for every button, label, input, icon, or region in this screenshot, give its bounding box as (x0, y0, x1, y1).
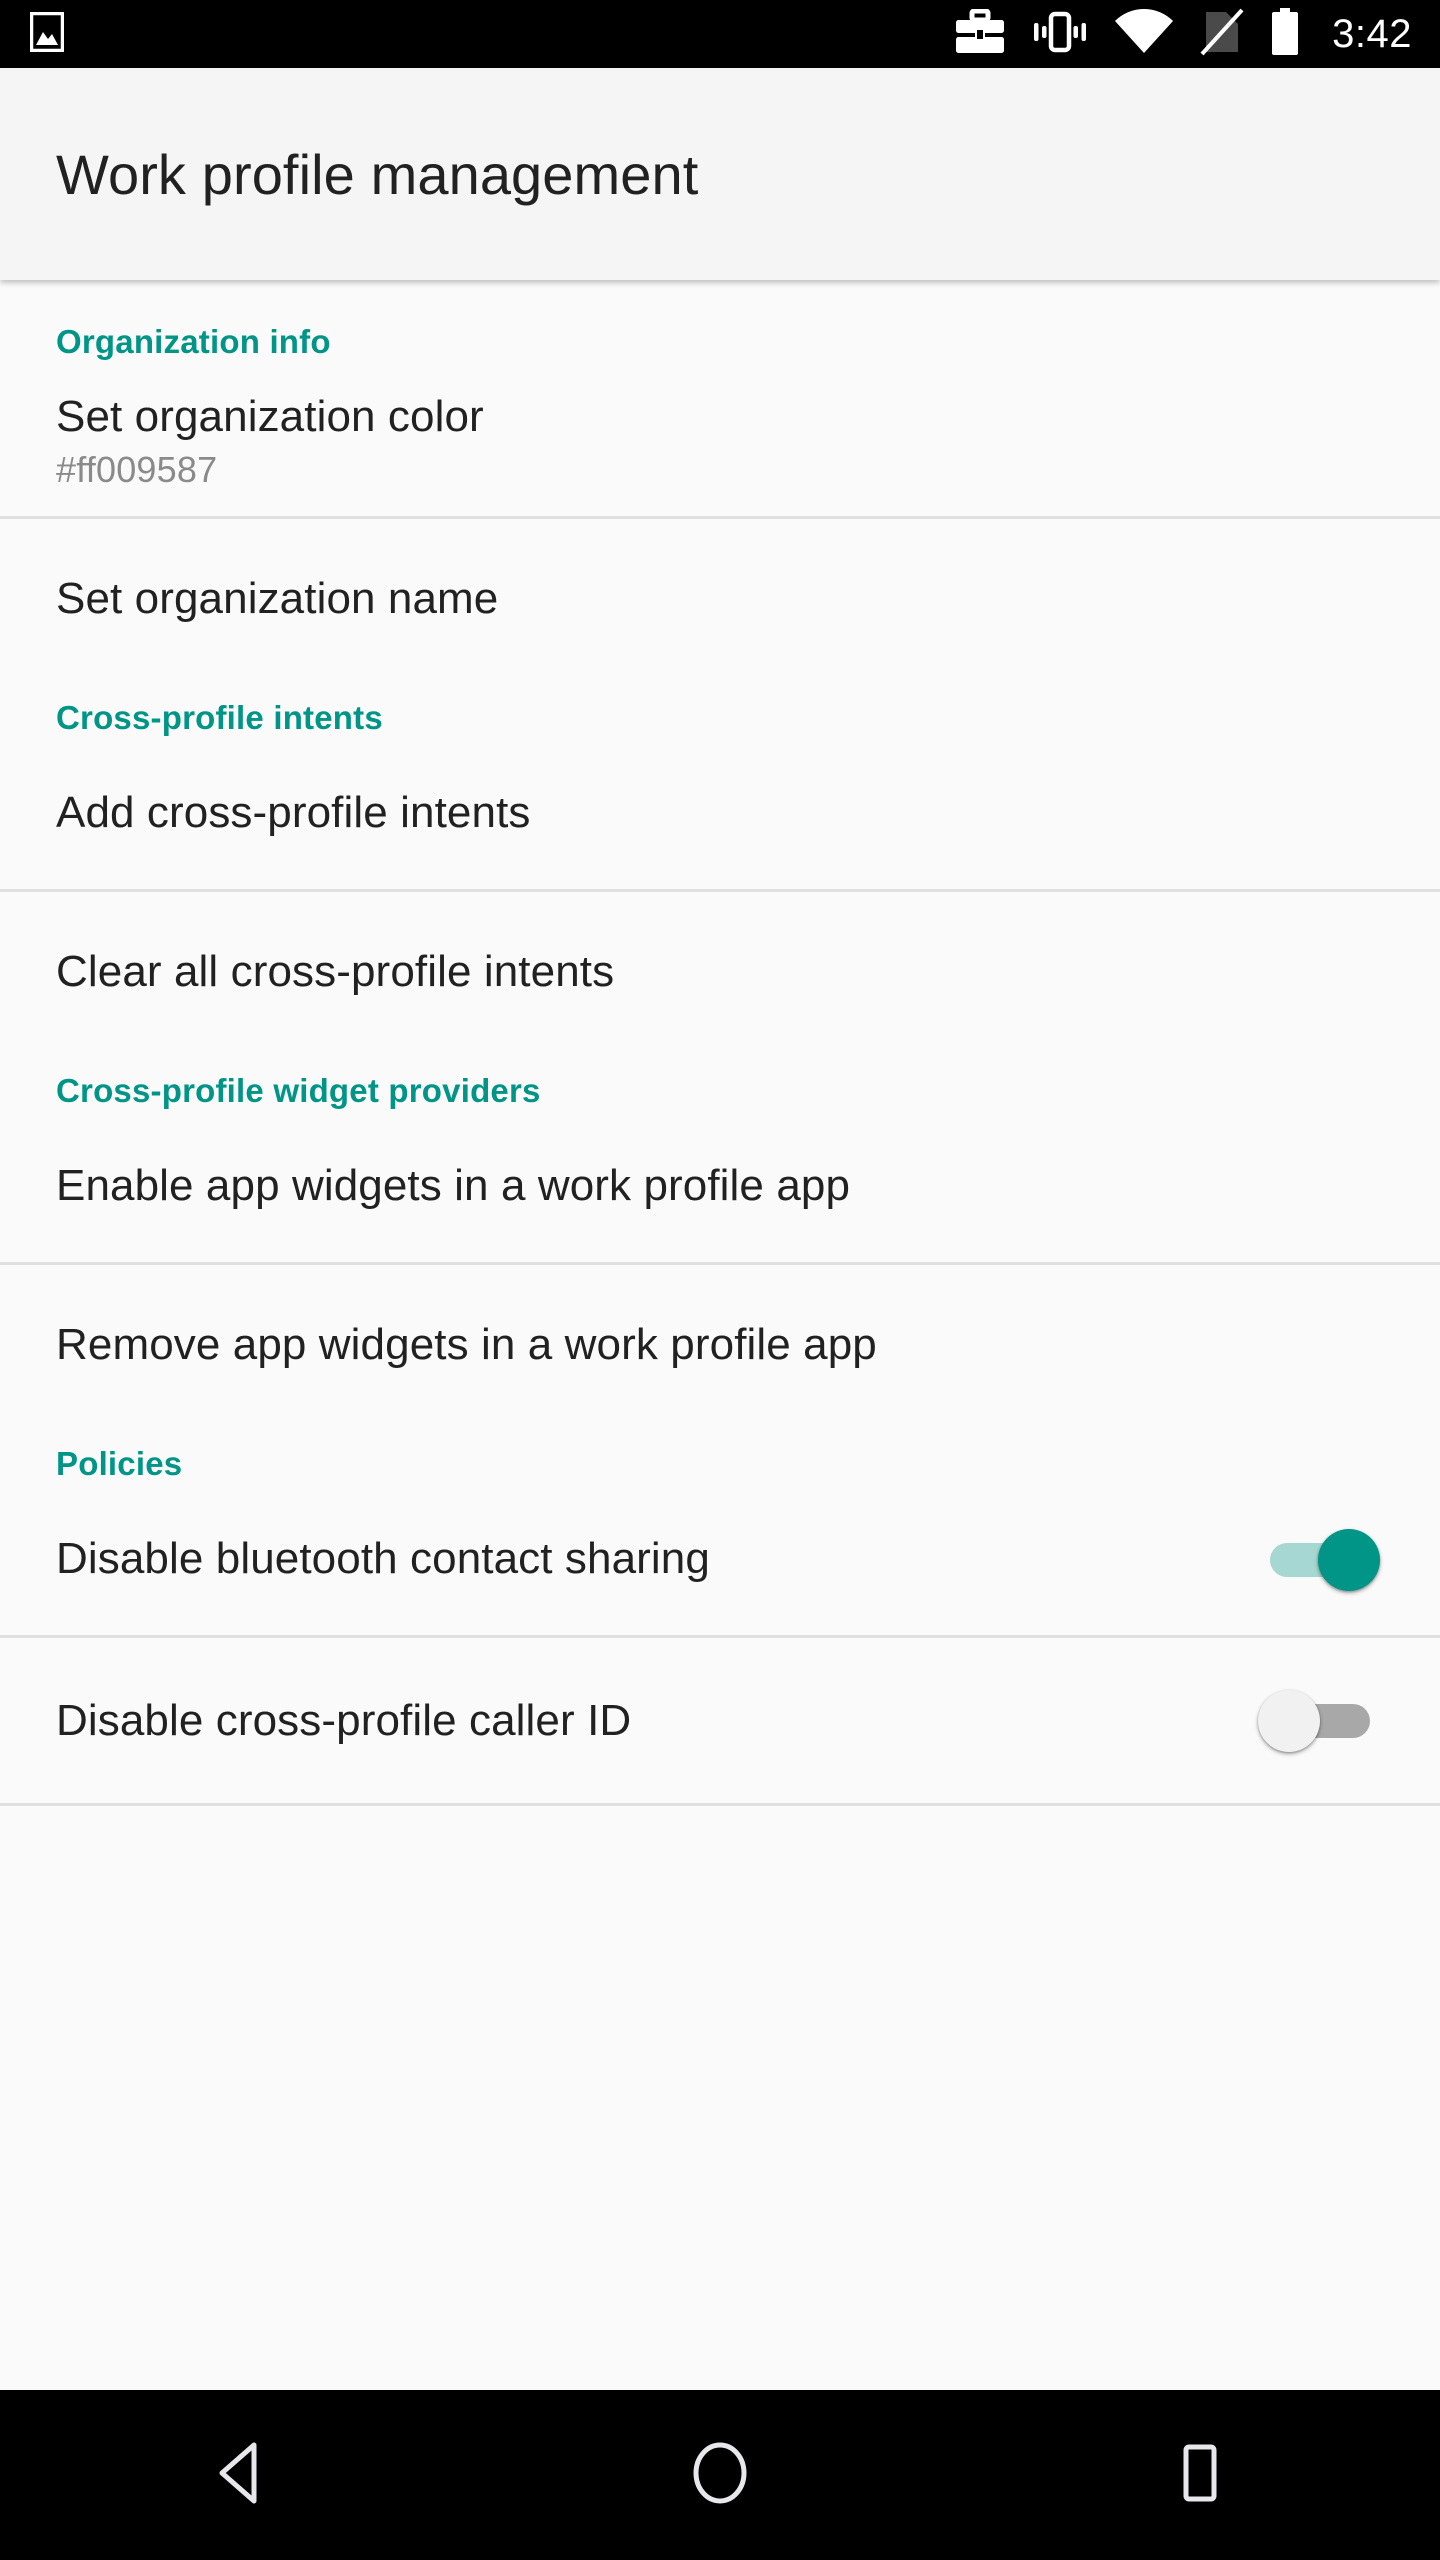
image-icon (29, 11, 65, 57)
navigation-bar (0, 2390, 1440, 2560)
row-text: Clear all cross-profile intents (56, 946, 1384, 997)
section-header-policies: Policies (56, 1444, 183, 1482)
row-text: Add cross-profile intents (56, 787, 1384, 838)
row-add-cross-profile-intents[interactable]: Add cross-profile intents (0, 737, 1440, 889)
row-text: Enable app widgets in a work profile app (56, 1160, 1384, 1211)
row-title: Remove app widgets in a work profile app (56, 1320, 877, 1370)
home-circle-icon (689, 2441, 751, 2510)
wifi-icon (1114, 8, 1174, 60)
recents-square-icon (1173, 2441, 1227, 2510)
switch-disable-bluetooth-contact-sharing[interactable] (1256, 1523, 1384, 1595)
page-title: Work profile management (56, 142, 699, 206)
home-button[interactable] (480, 2390, 960, 2560)
no-sim-icon (1200, 8, 1244, 61)
row-set-organization-color[interactable]: Set organization color #ff009587 (0, 361, 1440, 516)
row-set-organization-name[interactable]: Set organization name (0, 519, 1440, 679)
row-text: Remove app widgets in a work profile app (56, 1319, 1384, 1370)
row-title: Add cross-profile intents (56, 788, 531, 838)
row-subtitle: #ff009587 (56, 449, 218, 491)
row-text: Disable cross-profile caller ID (56, 1695, 1226, 1746)
status-bar: 3:42 (0, 0, 1440, 68)
section-header-cross-profile-widget-providers: Cross-profile widget providers (56, 1071, 541, 1109)
row-enable-app-widgets[interactable]: Enable app widgets in a work profile app (0, 1110, 1440, 1262)
row-text: Disable bluetooth contact sharing (56, 1533, 1226, 1584)
recents-button[interactable] (960, 2390, 1440, 2560)
row-title: Enable app widgets in a work profile app (56, 1161, 851, 1211)
row-title: Set organization color (56, 392, 484, 441)
switch-thumb (1318, 1528, 1380, 1591)
row-text: Set organization color #ff009587 (56, 391, 1384, 490)
back-button[interactable] (0, 2390, 480, 2560)
row-title: Clear all cross-profile intents (56, 947, 615, 997)
phone-screen: 3:42 Work profile management Organizatio… (0, 0, 1440, 2560)
row-disable-bluetooth-contact-sharing[interactable]: Disable bluetooth contact sharing (0, 1483, 1440, 1635)
settings-list[interactable]: Organization info Set organization color… (0, 281, 1440, 2382)
row-remove-app-widgets[interactable]: Remove app widgets in a work profile app (0, 1265, 1440, 1425)
row-text: Set organization name (56, 573, 1384, 624)
section-header-organization-info: Organization info (56, 323, 331, 360)
status-bar-clock: 3:42 (1332, 12, 1412, 56)
row-clear-all-cross-profile-intents[interactable]: Clear all cross-profile intents (0, 892, 1440, 1052)
row-title: Disable cross-profile caller ID (56, 1695, 632, 1745)
switch-thumb (1258, 1690, 1320, 1753)
work-profile-briefcase-icon (954, 8, 1006, 60)
status-bar-right-icons: 3:42 (954, 7, 1412, 61)
battery-full-icon (1270, 7, 1300, 61)
toolbar: Work profile management (0, 68, 1440, 280)
back-triangle-icon (210, 2441, 270, 2510)
row-title: Set organization name (56, 574, 499, 624)
vibrate-icon (1032, 10, 1088, 59)
switch-disable-cross-profile-caller-id[interactable] (1256, 1684, 1384, 1756)
section-header-cross-profile-intents: Cross-profile intents (56, 698, 383, 736)
row-title: Disable bluetooth contact sharing (56, 1534, 710, 1584)
status-bar-left-icons (29, 11, 65, 57)
row-disable-cross-profile-caller-id[interactable]: Disable cross-profile caller ID (0, 1638, 1440, 1803)
divider (0, 1802, 1440, 1806)
